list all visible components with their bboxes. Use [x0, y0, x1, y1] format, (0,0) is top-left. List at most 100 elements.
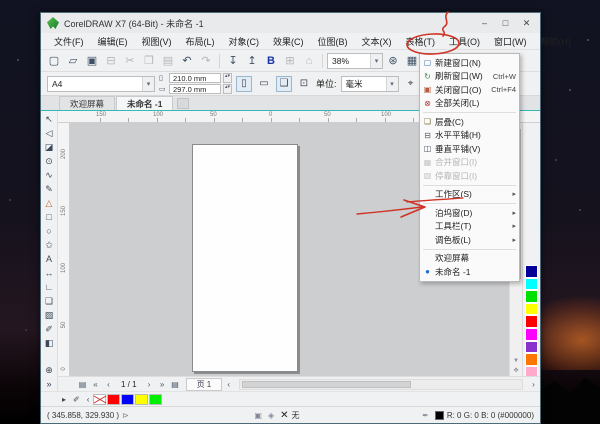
chevron-down-icon[interactable]: ▾ — [385, 76, 398, 91]
save-icon[interactable]: ▣ — [83, 52, 101, 70]
coords-flyout-icon[interactable]: ⊳ — [122, 411, 129, 420]
scroll-left-icon[interactable]: ‹ — [84, 395, 93, 404]
scroll-down-icon[interactable]: ▼ — [513, 356, 519, 366]
palette-swatch[interactable] — [525, 290, 538, 303]
menu-layout[interactable]: 布局(L) — [179, 33, 222, 50]
new-tab-button[interactable] — [177, 98, 190, 109]
menu-item-tile-vertically[interactable]: ◫ 垂直平铺(V) — [420, 142, 519, 156]
snap-to-icon[interactable]: ⊛ — [384, 52, 402, 70]
menu-item-dockers[interactable]: 泊坞窗(D) ▸ — [420, 206, 519, 220]
smart-drawing-tool[interactable]: △ — [42, 196, 57, 210]
menu-item-tile-horizontally[interactable]: ⊟ 水平平铺(H) — [420, 129, 519, 143]
menu-item-new-window[interactable]: ▢ 新建窗口(N) — [420, 56, 519, 70]
scroll-right-icon[interactable]: › — [527, 380, 540, 389]
menu-tools[interactable]: 工具(O) — [442, 33, 487, 50]
freehand-tool[interactable]: ∿ — [42, 168, 57, 182]
docpalette-flyout-icon[interactable]: ▸ — [59, 395, 69, 404]
menu-window[interactable]: 窗口(W) — [487, 33, 534, 50]
undo-icon[interactable]: ↶ — [178, 52, 196, 70]
horizontal-scrollbar-thumb[interactable] — [242, 380, 412, 388]
transparency-tool[interactable]: ▨ — [42, 308, 57, 322]
menu-item-close-all[interactable]: ⊗ 全部关闭(L) — [420, 97, 519, 111]
add-tool-button[interactable]: ⊕ — [42, 363, 57, 377]
height-stepper[interactable]: ▴▾ — [223, 84, 232, 94]
menu-item-untitled-1[interactable]: ● 未命名 -1 — [420, 265, 519, 279]
scroll-left-icon[interactable]: ‹ — [222, 380, 235, 389]
polygon-tool[interactable]: ✩ — [42, 238, 57, 252]
portrait-orientation-button[interactable]: ▯ — [236, 75, 252, 92]
welcome-screen-icon[interactable]: ⌂ — [300, 52, 318, 70]
current-page-button[interactable]: ⊡ — [296, 76, 312, 92]
doc-swatch[interactable] — [107, 393, 121, 405]
eyedropper-tool[interactable]: ✐ — [42, 322, 57, 336]
palette-swatch[interactable] — [525, 353, 538, 366]
eyedropper-icon[interactable]: ✐ — [70, 395, 83, 404]
ellipse-tool[interactable]: ○ — [42, 224, 57, 238]
copy-icon[interactable]: ❐ — [140, 52, 158, 70]
previous-page-icon[interactable]: ‹ — [102, 380, 115, 389]
palette-swatch[interactable] — [525, 340, 538, 354]
menu-file[interactable]: 文件(F) — [47, 33, 91, 50]
shape-tool[interactable]: ◁ — [42, 126, 57, 140]
doc-swatch[interactable] — [121, 393, 135, 405]
pan-navigator-icon[interactable]: ✥ — [513, 366, 518, 376]
menu-item-color-palettes[interactable]: 调色板(L) ▸ — [420, 233, 519, 247]
menu-item-workspace[interactable]: 工作区(S) ▸ — [420, 188, 519, 202]
next-page-icon[interactable]: › — [143, 380, 156, 389]
close-button[interactable]: ✕ — [517, 16, 536, 31]
connector-tool[interactable]: ∟ — [42, 280, 57, 294]
tab-welcome-screen[interactable]: 欢迎屏幕 — [59, 96, 116, 110]
chevron-down-icon[interactable]: ▾ — [370, 53, 382, 68]
minimize-button[interactable]: – — [475, 16, 494, 31]
all-pages-button[interactable]: ❑ — [276, 75, 292, 92]
paste-icon[interactable]: ▤ — [159, 52, 177, 70]
palette-swatch[interactable] — [525, 315, 538, 328]
page-1-tab[interactable]: 页 1 — [185, 377, 223, 391]
menu-help[interactable]: 帮助(H) — [534, 33, 579, 50]
horizontal-scrollbar[interactable] — [239, 378, 523, 390]
import-icon[interactable]: ↧ — [224, 52, 242, 70]
zoom-level-combo[interactable]: 38% ▾ — [327, 52, 383, 69]
menu-item-close-window[interactable]: ▣ 关闭窗口(O) Ctrl+F4 — [420, 83, 519, 97]
cut-icon[interactable]: ✂ — [121, 52, 139, 70]
menu-effects[interactable]: 效果(C) — [266, 33, 311, 50]
add-page-after-icon[interactable]: ▤ — [169, 380, 182, 389]
palette-swatch[interactable] — [525, 302, 538, 316]
tab-untitled-document[interactable]: 未命名 -1 — [116, 96, 174, 110]
menu-text[interactable]: 文本(X) — [355, 33, 399, 50]
palette-swatch[interactable] — [525, 277, 538, 291]
palette-swatch[interactable] — [525, 327, 538, 341]
export-icon[interactable]: ↥ — [243, 52, 261, 70]
chevron-down-icon[interactable]: ▾ — [142, 76, 154, 91]
menu-object[interactable]: 对象(C) — [222, 33, 267, 50]
paper-size-combo[interactable]: A4 ▾ — [47, 75, 155, 92]
drop-shadow-tool[interactable]: ❏ — [42, 294, 57, 308]
crop-tool[interactable]: ◪ — [42, 140, 57, 154]
more-tools-button[interactable]: » — [42, 377, 57, 391]
menu-item-cascade[interactable]: ❏ 层叠(C) — [420, 115, 519, 129]
units-combo[interactable]: 毫米 ▾ — [340, 75, 399, 92]
rectangle-tool[interactable]: □ — [42, 210, 57, 224]
pick-tool[interactable]: ↖ — [42, 112, 57, 126]
zoom-tool[interactable]: ⊙ — [42, 154, 57, 168]
titlebar[interactable]: CorelDRAW X7 (64-Bit) - 未命名 -1 – □ ✕ — [41, 13, 540, 33]
doc-swatch[interactable] — [149, 393, 163, 405]
menu-edit[interactable]: 编辑(E) — [91, 33, 135, 50]
add-page-icon[interactable]: ▤ — [76, 380, 89, 389]
application-launcher-icon[interactable]: B — [262, 52, 280, 70]
palette-swatch[interactable] — [525, 265, 538, 278]
interactive-fill-tool[interactable]: ◧ — [42, 336, 57, 350]
text-tool[interactable]: A — [42, 252, 57, 266]
doc-swatch[interactable] — [135, 393, 149, 405]
launcher-icon[interactable]: ⊞ — [281, 52, 299, 70]
menu-item-welcome-screen[interactable]: 欢迎屏幕 — [420, 252, 519, 266]
landscape-orientation-button[interactable]: ▭ — [256, 76, 272, 92]
print-icon[interactable]: ⊟ — [102, 52, 120, 70]
page-height-field[interactable]: 297.0 mm — [169, 84, 221, 94]
artistic-media-tool[interactable]: ✎ — [42, 182, 57, 196]
redo-icon[interactable]: ↷ — [197, 52, 215, 70]
open-icon[interactable]: ▱ — [64, 52, 82, 70]
menu-item-toolbars[interactable]: 工具栏(T) ▸ — [420, 220, 519, 234]
maximize-button[interactable]: □ — [496, 16, 515, 31]
last-page-icon[interactable]: » — [156, 380, 169, 389]
